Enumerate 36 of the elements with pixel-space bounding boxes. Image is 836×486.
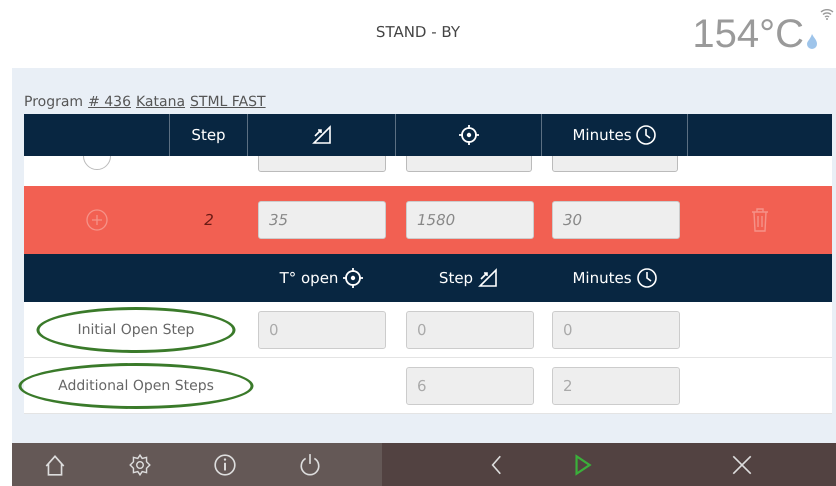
- program-name: STML FAST: [190, 94, 266, 110]
- input-field[interactable]: 0: [258, 310, 386, 348]
- input-field[interactable]: 0: [406, 310, 534, 348]
- row-label: Additional Open Steps: [58, 378, 214, 394]
- ramp-icon: [310, 124, 332, 146]
- step-row[interactable]: 2 35 1580 30: [24, 186, 832, 254]
- power-icon: [298, 452, 322, 476]
- input-field[interactable]: 30: [552, 201, 680, 239]
- input-field[interactable]: 35: [258, 201, 386, 239]
- input-field[interactable]: 2: [552, 366, 680, 404]
- column-header: Step: [191, 126, 226, 144]
- column-header: Step: [438, 269, 474, 287]
- input-field[interactable]: 6: [406, 366, 534, 404]
- input-field[interactable]: [552, 156, 678, 172]
- column-header: Minutes: [572, 126, 632, 144]
- program-number: # 436: [88, 94, 131, 110]
- column-header: Minutes: [572, 269, 632, 287]
- target-icon: [342, 267, 364, 289]
- column-header: T° open: [280, 269, 338, 287]
- material-name: Katana: [136, 94, 186, 110]
- clock-icon: [636, 267, 658, 289]
- input-field[interactable]: 0: [552, 310, 680, 348]
- ramp-icon: [477, 267, 500, 289]
- clock-icon: [634, 124, 657, 146]
- input-field[interactable]: [406, 156, 532, 172]
- temperature-reading: 154°C: [692, 12, 804, 56]
- target-icon: [458, 124, 480, 146]
- info-icon: [212, 452, 236, 476]
- row-label: Initial Open Step: [78, 322, 194, 338]
- status-text: STAND - BY: [376, 23, 460, 41]
- program-label: Program: [24, 94, 84, 110]
- input-field[interactable]: [258, 156, 386, 172]
- input-field[interactable]: 1580: [406, 201, 534, 239]
- wifi-icon: [820, 8, 834, 20]
- settings-icon: [128, 452, 152, 476]
- step-number: 2: [203, 211, 215, 229]
